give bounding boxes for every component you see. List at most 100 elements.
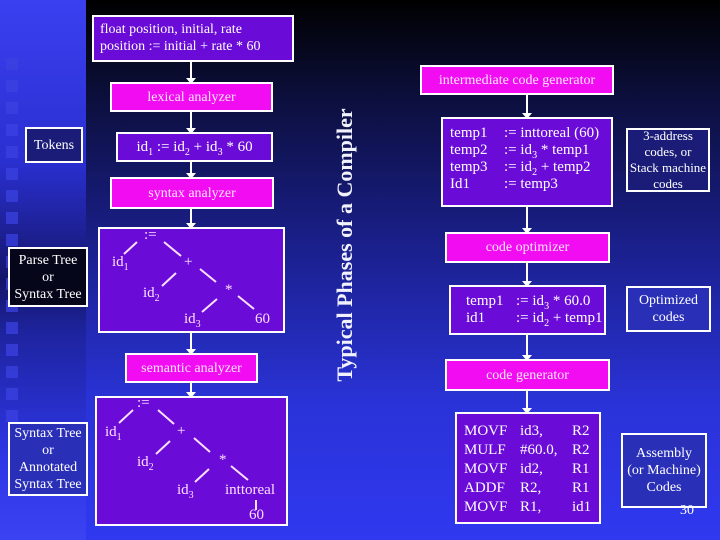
- code-lhs: id1: [466, 310, 486, 326]
- assembly-line: MOVF R1, id1: [464, 498, 599, 517]
- phase-code-optimizer: code optimizer: [445, 232, 610, 263]
- decor-square: [6, 146, 18, 158]
- annotated-tree-box: := id1 + id2 * id3 inttoreal 60: [95, 395, 288, 526]
- flow-arrow: [522, 95, 532, 119]
- decor-square: [6, 102, 18, 114]
- token-id3: id3: [205, 138, 223, 158]
- source-code-box: float position, initial, rate position :…: [92, 15, 294, 62]
- tree-edge: [237, 295, 255, 310]
- flow-arrow: [186, 383, 196, 398]
- optimized-code-box: temp1:= id3 * 60.0 id1:= id2 + temp1: [449, 285, 606, 335]
- decor-square: [6, 344, 18, 356]
- tree-edge: [194, 468, 210, 483]
- decor-square: [6, 80, 18, 92]
- code-lhs: temp1: [450, 125, 488, 141]
- code-line: temp2:= id3 * temp1: [450, 142, 611, 161]
- asm-arg2: R1: [572, 461, 590, 477]
- token-plus: +: [189, 138, 206, 155]
- flow-arrow: [522, 335, 532, 361]
- assembly-line: MOVF id3, R2: [464, 422, 599, 441]
- decor-square: [6, 366, 18, 378]
- tree-node-id2: id2: [137, 454, 154, 473]
- assembly-line: MULF #60.0, R2: [464, 441, 599, 460]
- asm-arg1: id3,: [520, 423, 543, 439]
- tree-edge: [163, 241, 182, 257]
- source-line-1: float position, initial, rate: [100, 22, 242, 37]
- decor-square: [6, 234, 18, 246]
- decor-square: [6, 322, 18, 334]
- token-stream-box: id1 := id2 + id3 * 60: [116, 132, 273, 162]
- annotation-line: or: [42, 443, 54, 458]
- code-rhs: id: [532, 293, 545, 309]
- flow-arrow: [186, 333, 196, 355]
- annotation-line: codes: [652, 310, 685, 325]
- code-op: :=: [516, 310, 533, 326]
- code-rhs-rest: * temp1: [537, 142, 590, 158]
- asm-opcode: MOVF: [464, 499, 508, 515]
- tree-edge: [157, 409, 175, 425]
- assembly-code-lines: MOVF id3, R2 MULF #60.0, R2 MOVF id2, R1 ADDF R2, R…: [464, 422, 599, 517]
- code-op: :=: [516, 293, 533, 309]
- code-op: :=: [504, 159, 521, 175]
- flow-arrow: [186, 209, 196, 229]
- asm-arg2: R2: [572, 423, 590, 439]
- code-rhs: id: [520, 142, 533, 158]
- annotation-line: Syntax Tree: [14, 477, 82, 492]
- asm-arg1: #60.0,: [520, 442, 558, 458]
- token-times-sixty: * 60: [222, 138, 253, 155]
- token-id1: id1: [136, 138, 154, 158]
- page-number: 30: [680, 503, 694, 518]
- decor-square: [6, 168, 18, 180]
- annotation-three-address: 3-address codes, or Stack machine codes: [626, 128, 710, 192]
- tree-node-sixty: 60: [255, 311, 270, 327]
- decor-square: [6, 124, 18, 136]
- asm-arg2: R1: [572, 480, 590, 496]
- code-rhs: id: [532, 310, 545, 326]
- token-assign: :=: [153, 138, 174, 155]
- token-id2: id2: [173, 138, 190, 158]
- assembly-code-box: MOVF id3, R2 MULF #60.0, R2 MOVF id2, R1 ADDF R2, R…: [455, 412, 601, 524]
- annotation-line: 3-address: [643, 128, 693, 143]
- asm-arg1: id2,: [520, 461, 543, 477]
- code-line: temp1:= inttoreal (60): [450, 125, 611, 142]
- code-rhs: id: [520, 159, 533, 175]
- code-lhs: temp1: [466, 293, 504, 309]
- slide-title: Typical Phases of a Compiler: [332, 108, 357, 382]
- assembly-line: ADDF R2, R1: [464, 479, 599, 498]
- annotation-line: Syntax Tree: [14, 426, 82, 441]
- annotation-tokens: Tokens: [25, 127, 83, 163]
- asm-arg2: R2: [572, 442, 590, 458]
- flow-arrow: [522, 391, 532, 414]
- tree-edge: [201, 298, 218, 313]
- code-line: temp3:= id2 + temp2: [450, 159, 611, 178]
- tree-node-inttoreal: inttoreal: [225, 482, 275, 498]
- intermediate-code-lines: temp1:= inttoreal (60) temp2:= id3 * temp…: [450, 125, 611, 193]
- annotation-line: Parse Tree: [18, 252, 78, 268]
- intermediate-code-box: temp1:= inttoreal (60) temp2:= id3 * temp…: [441, 117, 613, 207]
- code-rhs: inttoreal (60): [520, 125, 600, 141]
- annotation-line: codes: [653, 176, 683, 191]
- tree-edge: [155, 440, 171, 455]
- flow-arrow: [186, 112, 196, 134]
- code-line: temp1:= id3 * 60.0: [466, 293, 604, 312]
- annotation-line: Assembly: [636, 446, 692, 461]
- tree-edge: [193, 437, 211, 453]
- annotation-line: or: [42, 269, 54, 285]
- code-rhs: temp3: [520, 176, 558, 192]
- asm-opcode: ADDF: [464, 480, 505, 496]
- annotation-annotated-tree: Syntax Tree or Annotated Syntax Tree: [8, 422, 88, 496]
- annotation-line: Syntax Tree: [14, 286, 82, 302]
- annotation-line: Annotated: [18, 460, 78, 475]
- tree-node-plus: +: [177, 423, 186, 439]
- annotation-line: codes, or: [644, 144, 692, 159]
- assembly-line: MOVF id2, R1: [464, 460, 599, 479]
- flow-arrow: [522, 263, 532, 287]
- tree-node-id1: id1: [112, 254, 129, 273]
- tree-node-id2: id2: [143, 285, 160, 304]
- decor-square: [6, 388, 18, 400]
- asm-arg1: R2,: [520, 480, 542, 496]
- annotation-line: Optimized: [638, 293, 699, 308]
- tree-edge: [123, 241, 138, 255]
- phase-intermediate-code-generator: intermediate code generator: [420, 65, 614, 95]
- tree-node-id3: id3: [177, 482, 194, 501]
